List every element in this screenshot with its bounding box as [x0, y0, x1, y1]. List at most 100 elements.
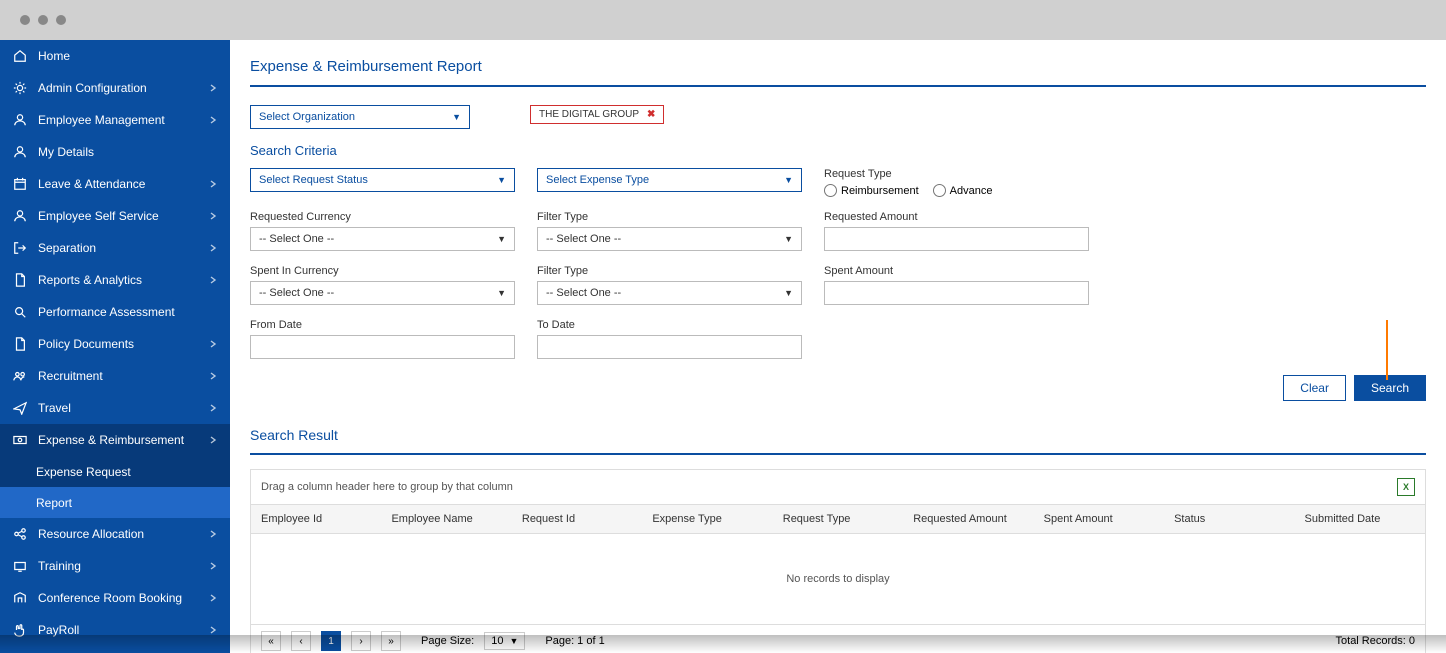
sidebar: Home Admin Configuration Employee Manageme…	[0, 40, 230, 653]
sidebar-item-timeport[interactable]: TimePort	[0, 646, 230, 653]
sidebar-item-my-details[interactable]: My Details	[0, 136, 230, 168]
sidebar-item-reports-analytics[interactable]: Reports & Analytics	[0, 264, 230, 296]
sidebar-item-label: Expense & Reimbursement	[38, 433, 208, 447]
col-requested-amount[interactable]: Requested Amount	[903, 505, 1033, 533]
pager-next-button[interactable]: ›	[351, 631, 371, 651]
sidebar-item-label: Recruitment	[38, 369, 208, 383]
to-date-label: To Date	[537, 319, 802, 331]
chevron-down-icon: ▼	[452, 112, 461, 122]
sidebar-sub-report[interactable]: Report	[0, 487, 230, 518]
col-employee-name[interactable]: Employee Name	[381, 505, 511, 533]
sidebar-item-employee-management[interactable]: Employee Management	[0, 104, 230, 136]
dropdown-text: Select Expense Type	[546, 174, 649, 186]
to-date-input[interactable]	[537, 335, 802, 359]
sidebar-item-label: Employee Management	[38, 113, 208, 127]
search-button[interactable]: Search	[1354, 375, 1426, 401]
sidebar-item-training[interactable]: Training	[0, 550, 230, 582]
spent-currency-label: Spent In Currency	[250, 265, 515, 277]
sidebar-item-payroll[interactable]: PayRoll	[0, 614, 230, 646]
sidebar-item-travel[interactable]: Travel	[0, 392, 230, 424]
sidebar-item-admin-configuration[interactable]: Admin Configuration	[0, 72, 230, 104]
page-size-label: Page Size:	[421, 635, 474, 647]
user-icon	[12, 208, 28, 224]
chevron-down-icon: ▼	[784, 175, 793, 185]
sidebar-item-label: Reports & Analytics	[38, 273, 208, 287]
remove-tag-icon[interactable]: ✖	[647, 109, 655, 120]
chevron-down-icon: ▼	[784, 234, 793, 244]
sidebar-item-label: Leave & Attendance	[38, 177, 208, 191]
select-expense-type-dropdown[interactable]: Select Expense Type ▼	[537, 168, 802, 192]
clear-button[interactable]: Clear	[1283, 375, 1346, 401]
sidebar-item-expense-reimbursement[interactable]: Expense & Reimbursement	[0, 424, 230, 456]
sidebar-item-resource-allocation[interactable]: Resource Allocation	[0, 518, 230, 550]
radio-input[interactable]	[824, 184, 837, 197]
chevron-down-icon: ▼	[497, 288, 506, 298]
group-hint: Drag a column header here to group by th…	[261, 481, 513, 493]
col-expense-type[interactable]: Expense Type	[642, 505, 772, 533]
col-employee-id[interactable]: Employee Id	[251, 505, 381, 533]
sidebar-item-employee-self-service[interactable]: Employee Self Service	[0, 200, 230, 232]
filter-type-dropdown-2[interactable]: -- Select One -- ▼	[537, 281, 802, 305]
from-date-input[interactable]	[250, 335, 515, 359]
sidebar-item-label: Performance Assessment	[38, 305, 218, 319]
req-amount-input[interactable]	[824, 227, 1089, 251]
sidebar-item-label: Policy Documents	[38, 337, 208, 351]
pager-last-button[interactable]: »	[381, 631, 401, 651]
col-request-id[interactable]: Request Id	[512, 505, 642, 533]
chevron-down-icon: ▼	[497, 234, 506, 244]
sidebar-item-label: My Details	[38, 145, 218, 159]
people-icon	[12, 368, 28, 384]
accent-bar	[1386, 320, 1388, 380]
sidebar-item-label: Home	[38, 49, 218, 63]
filter-type-dropdown-1[interactable]: -- Select One -- ▼	[537, 227, 802, 251]
room-icon	[12, 590, 28, 606]
req-currency-label: Requested Currency	[250, 211, 515, 223]
dropdown-text: Select Request Status	[259, 174, 368, 186]
sidebar-item-performance-assessment[interactable]: Performance Assessment	[0, 296, 230, 328]
sidebar-item-recruitment[interactable]: Recruitment	[0, 360, 230, 392]
advance-radio[interactable]: Advance	[933, 184, 993, 197]
spent-amount-label: Spent Amount	[824, 265, 1089, 277]
sidebar-item-label: Expense Request	[36, 465, 218, 479]
dropdown-placeholder: Select Organization	[259, 111, 355, 123]
dropdown-text: -- Select One --	[259, 287, 334, 299]
doc-icon	[12, 336, 28, 352]
sidebar-item-conference-room-booking[interactable]: Conference Room Booking	[0, 582, 230, 614]
sidebar-item-label: PayRoll	[38, 623, 208, 637]
req-currency-dropdown[interactable]: -- Select One -- ▼	[250, 227, 515, 251]
col-status[interactable]: Status	[1164, 505, 1294, 533]
sidebar-item-label: Resource Allocation	[38, 527, 208, 541]
from-date-label: From Date	[250, 319, 515, 331]
radio-label: Advance	[950, 185, 993, 197]
filter-type-label-2: Filter Type	[537, 265, 802, 277]
col-request-type[interactable]: Request Type	[773, 505, 903, 533]
chevron-down-icon: ▼	[509, 636, 518, 646]
sidebar-item-policy-documents[interactable]: Policy Documents	[0, 328, 230, 360]
reimbursement-radio[interactable]: Reimbursement	[824, 184, 919, 197]
window-dot	[38, 15, 48, 25]
export-excel-icon[interactable]: X	[1397, 478, 1415, 496]
hand-icon	[12, 622, 28, 638]
pager-prev-button[interactable]: ‹	[291, 631, 311, 651]
select-request-status-dropdown[interactable]: Select Request Status ▼	[250, 168, 515, 192]
col-spent-amount[interactable]: Spent Amount	[1034, 505, 1164, 533]
sidebar-item-label: Separation	[38, 241, 208, 255]
col-submitted-date[interactable]: Submitted Date	[1295, 505, 1425, 533]
sidebar-item-separation[interactable]: Separation	[0, 232, 230, 264]
titlebar	[0, 0, 1446, 40]
org-tag-label: THE DIGITAL GROUP	[539, 109, 639, 120]
pager-page-1[interactable]: 1	[321, 631, 341, 651]
pager-first-button[interactable]: «	[261, 631, 281, 651]
window-dot	[56, 15, 66, 25]
sidebar-item-home[interactable]: Home	[0, 40, 230, 72]
dropdown-text: -- Select One --	[546, 233, 621, 245]
spent-amount-input[interactable]	[824, 281, 1089, 305]
radio-input[interactable]	[933, 184, 946, 197]
spent-currency-dropdown[interactable]: -- Select One -- ▼	[250, 281, 515, 305]
search-criteria-title: Search Criteria	[250, 143, 1426, 158]
select-organization-dropdown[interactable]: Select Organization ▼	[250, 105, 470, 129]
page-size-select[interactable]: 10 ▼	[484, 632, 525, 650]
sidebar-sub-expense-request[interactable]: Expense Request	[0, 456, 230, 487]
training-icon	[12, 558, 28, 574]
sidebar-item-leave-attendance[interactable]: Leave & Attendance	[0, 168, 230, 200]
